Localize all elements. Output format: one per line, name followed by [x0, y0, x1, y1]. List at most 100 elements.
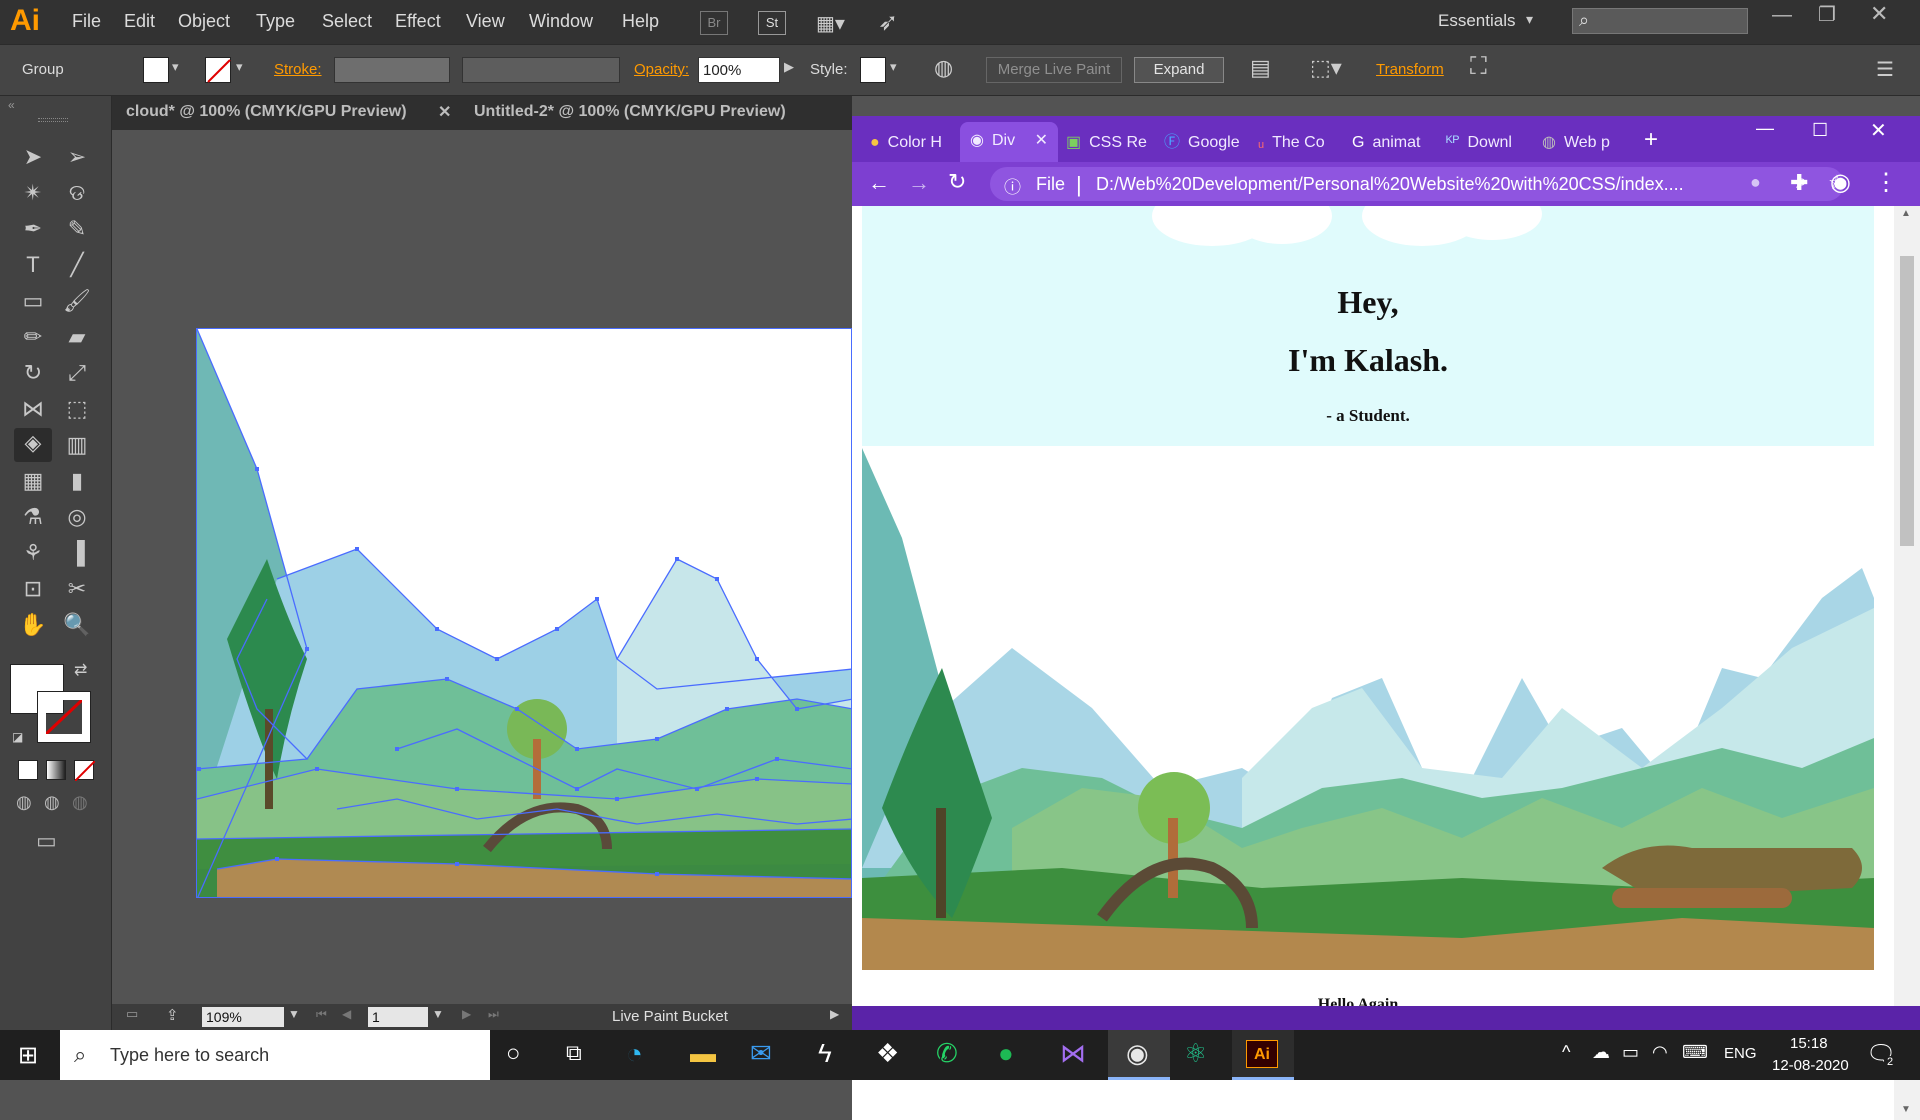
page-scrollbar[interactable]: ▲ ▼	[1894, 206, 1920, 1120]
forward-icon[interactable]: →	[908, 170, 930, 196]
minimize-icon[interactable]: —	[1772, 4, 1792, 27]
url-text[interactable]: D:/Web%20Development/Personal%20Website%…	[1096, 174, 1684, 195]
stroke-label[interactable]: Stroke:	[274, 61, 322, 78]
chevron-right-icon[interactable]: ▶	[784, 59, 794, 75]
bridge-button[interactable]: Br	[700, 11, 728, 35]
next-artboard-icon[interactable]: ▶	[462, 1007, 471, 1021]
gradient-tool-icon[interactable]: ▮	[62, 466, 92, 496]
swap-colors-icon[interactable]: ⇄	[74, 660, 87, 680]
show-hidden-icons-icon[interactable]: ^	[1562, 1042, 1570, 1063]
profile-avatar-icon[interactable]: ◉	[1830, 168, 1851, 197]
whatsapp-icon[interactable]: ✆	[936, 1038, 958, 1069]
windows-start-icon[interactable]: ⊞	[18, 1041, 38, 1070]
symbol-sprayer-tool-icon[interactable]: ⚘	[18, 538, 48, 568]
chevron-down-icon[interactable]: ▼	[288, 1007, 300, 1021]
tab-cloud-document[interactable]: cloud* @ 100% (CMYK/GPU Preview)	[126, 103, 407, 121]
close-icon[interactable]: ✕	[438, 102, 451, 122]
keyboard-icon[interactable]: ⌨	[1682, 1042, 1708, 1063]
close-icon[interactable]: ✕	[1870, 118, 1887, 143]
line-tool-icon[interactable]: ╱	[62, 250, 92, 280]
rectangle-tool-icon[interactable]: ▭	[18, 286, 48, 316]
paintbrush-tool-icon[interactable]: 🖌	[62, 286, 92, 316]
free-transform-tool-icon[interactable]: ⬚	[62, 394, 92, 424]
opacity-field[interactable]: 100%	[698, 57, 780, 83]
collapse-panel-icon[interactable]: «	[8, 98, 15, 112]
maximize-icon[interactable]: ☐	[1812, 120, 1828, 141]
menu-help[interactable]: Help	[622, 11, 659, 32]
mesh-tool-icon[interactable]: ▦	[18, 466, 48, 496]
artboard-tool-icon[interactable]: ⊡	[18, 574, 48, 604]
artboard[interactable]	[196, 328, 852, 898]
last-artboard-icon[interactable]: ⏭	[488, 1007, 499, 1022]
extensions-puzzle-icon[interactable]: ✚	[1790, 170, 1808, 196]
tab-web-page[interactable]: ◍ Web p	[1542, 124, 1634, 162]
none-mode-icon[interactable]	[74, 760, 96, 782]
lasso-tool-icon[interactable]: ଡ	[62, 178, 92, 208]
workspace-switcher[interactable]: Essentials	[1438, 11, 1515, 31]
type-tool-icon[interactable]: T	[18, 250, 48, 280]
direct-selection-tool-icon[interactable]: ➢	[62, 142, 92, 172]
selection-tool-icon[interactable]: ➤	[18, 142, 48, 172]
atom-icon[interactable]: ⚛	[1184, 1038, 1207, 1069]
back-icon[interactable]: ←	[868, 170, 890, 196]
tab-animation[interactable]: Ganimat	[1352, 124, 1444, 162]
pen-tool-icon[interactable]: ✒	[18, 214, 48, 244]
perspective-grid-tool-icon[interactable]: ▥	[62, 430, 92, 460]
menu-select[interactable]: Select	[322, 11, 372, 32]
menu-kebab-icon[interactable]: ⋮	[1874, 168, 1898, 197]
chrome-taskbar-button[interactable]: ◉	[1108, 1030, 1170, 1080]
zoom-tool-icon[interactable]: 🔍	[62, 610, 92, 640]
reload-icon[interactable]: ↻	[948, 169, 966, 195]
panel-grip[interactable]	[38, 118, 68, 122]
chevron-down-icon[interactable]: ▾	[890, 59, 897, 75]
previous-artboard-icon[interactable]: ◀	[342, 1007, 351, 1021]
chevron-down-icon[interactable]: ▼	[432, 1007, 444, 1021]
menu-effect[interactable]: Effect	[395, 11, 441, 32]
curvature-tool-icon[interactable]: ✎	[62, 214, 92, 244]
task-view-icon[interactable]: ⧉	[566, 1040, 582, 1066]
draw-normal-icon[interactable]: ◍	[16, 792, 32, 813]
wifi-icon[interactable]: ◠	[1652, 1042, 1668, 1063]
recolor-artwork-icon[interactable]: ◍	[934, 55, 953, 81]
chevron-down-icon[interactable]: ▾	[1526, 11, 1533, 28]
stroke-swatch[interactable]	[205, 57, 231, 83]
artboard-number-field[interactable]: 1	[368, 1007, 428, 1027]
help-search-input[interactable]: ⌕	[1572, 8, 1748, 34]
stock-button[interactable]: St	[758, 11, 786, 35]
width-tool-icon[interactable]: ⋈	[18, 394, 48, 424]
scroll-down-icon[interactable]: ▼	[1901, 1104, 1911, 1115]
clock-time[interactable]: 15:18	[1790, 1035, 1828, 1052]
tab-the-coding[interactable]: ᵤ The Co	[1258, 124, 1350, 162]
address-bar[interactable]: ⓘ File | D:/Web%20Development/Personal%2…	[990, 167, 1846, 201]
merge-live-paint-button[interactable]: Merge Live Paint	[986, 57, 1122, 83]
scroll-up-icon[interactable]: ▲	[1901, 208, 1911, 219]
graphic-style-swatch[interactable]	[860, 57, 886, 83]
opacity-label[interactable]: Opacity:	[634, 61, 689, 78]
scale-tool-icon[interactable]: ⤢	[62, 358, 92, 388]
spotify-icon[interactable]: ●	[998, 1038, 1014, 1069]
zoom-level-field[interactable]: 109%	[202, 1007, 284, 1027]
document-setup-icon[interactable]: ▤	[1250, 55, 1271, 81]
fill-swatch[interactable]	[143, 57, 169, 83]
pencil-tool-icon[interactable]: ✏	[18, 322, 48, 352]
eyedropper-tool-icon[interactable]: ⚗	[18, 502, 48, 532]
tab-div-active[interactable]: ◉ Div ✕	[960, 122, 1058, 162]
minimize-icon[interactable]: —	[1756, 118, 1774, 139]
chevron-down-icon[interactable]: ▾	[236, 59, 243, 75]
close-icon[interactable]: ✕	[1870, 1, 1888, 27]
slice-tool-icon[interactable]: ✂	[62, 574, 92, 604]
stroke-weight-field[interactable]	[334, 57, 450, 83]
dropbox-icon[interactable]: ❖	[876, 1038, 899, 1069]
illustrator-taskbar-button[interactable]: Ai	[1232, 1030, 1294, 1080]
menu-file[interactable]: File	[72, 11, 101, 32]
live-paint-bucket-tool-icon[interactable]: ◈	[14, 428, 52, 462]
stroke-color-swatch[interactable]	[37, 691, 91, 743]
gradient-mode-icon[interactable]	[46, 760, 66, 780]
close-icon[interactable]: ✕	[1035, 122, 1048, 160]
first-artboard-icon[interactable]: ⏮	[316, 1007, 327, 1022]
variable-width-profile[interactable]	[462, 57, 620, 83]
gpu-icon[interactable]: ▭	[126, 1006, 138, 1022]
onedrive-icon[interactable]: ☁	[1592, 1042, 1610, 1063]
edge-icon[interactable]: ◔	[626, 1038, 643, 1070]
eraser-tool-icon[interactable]: ▰	[62, 322, 92, 352]
